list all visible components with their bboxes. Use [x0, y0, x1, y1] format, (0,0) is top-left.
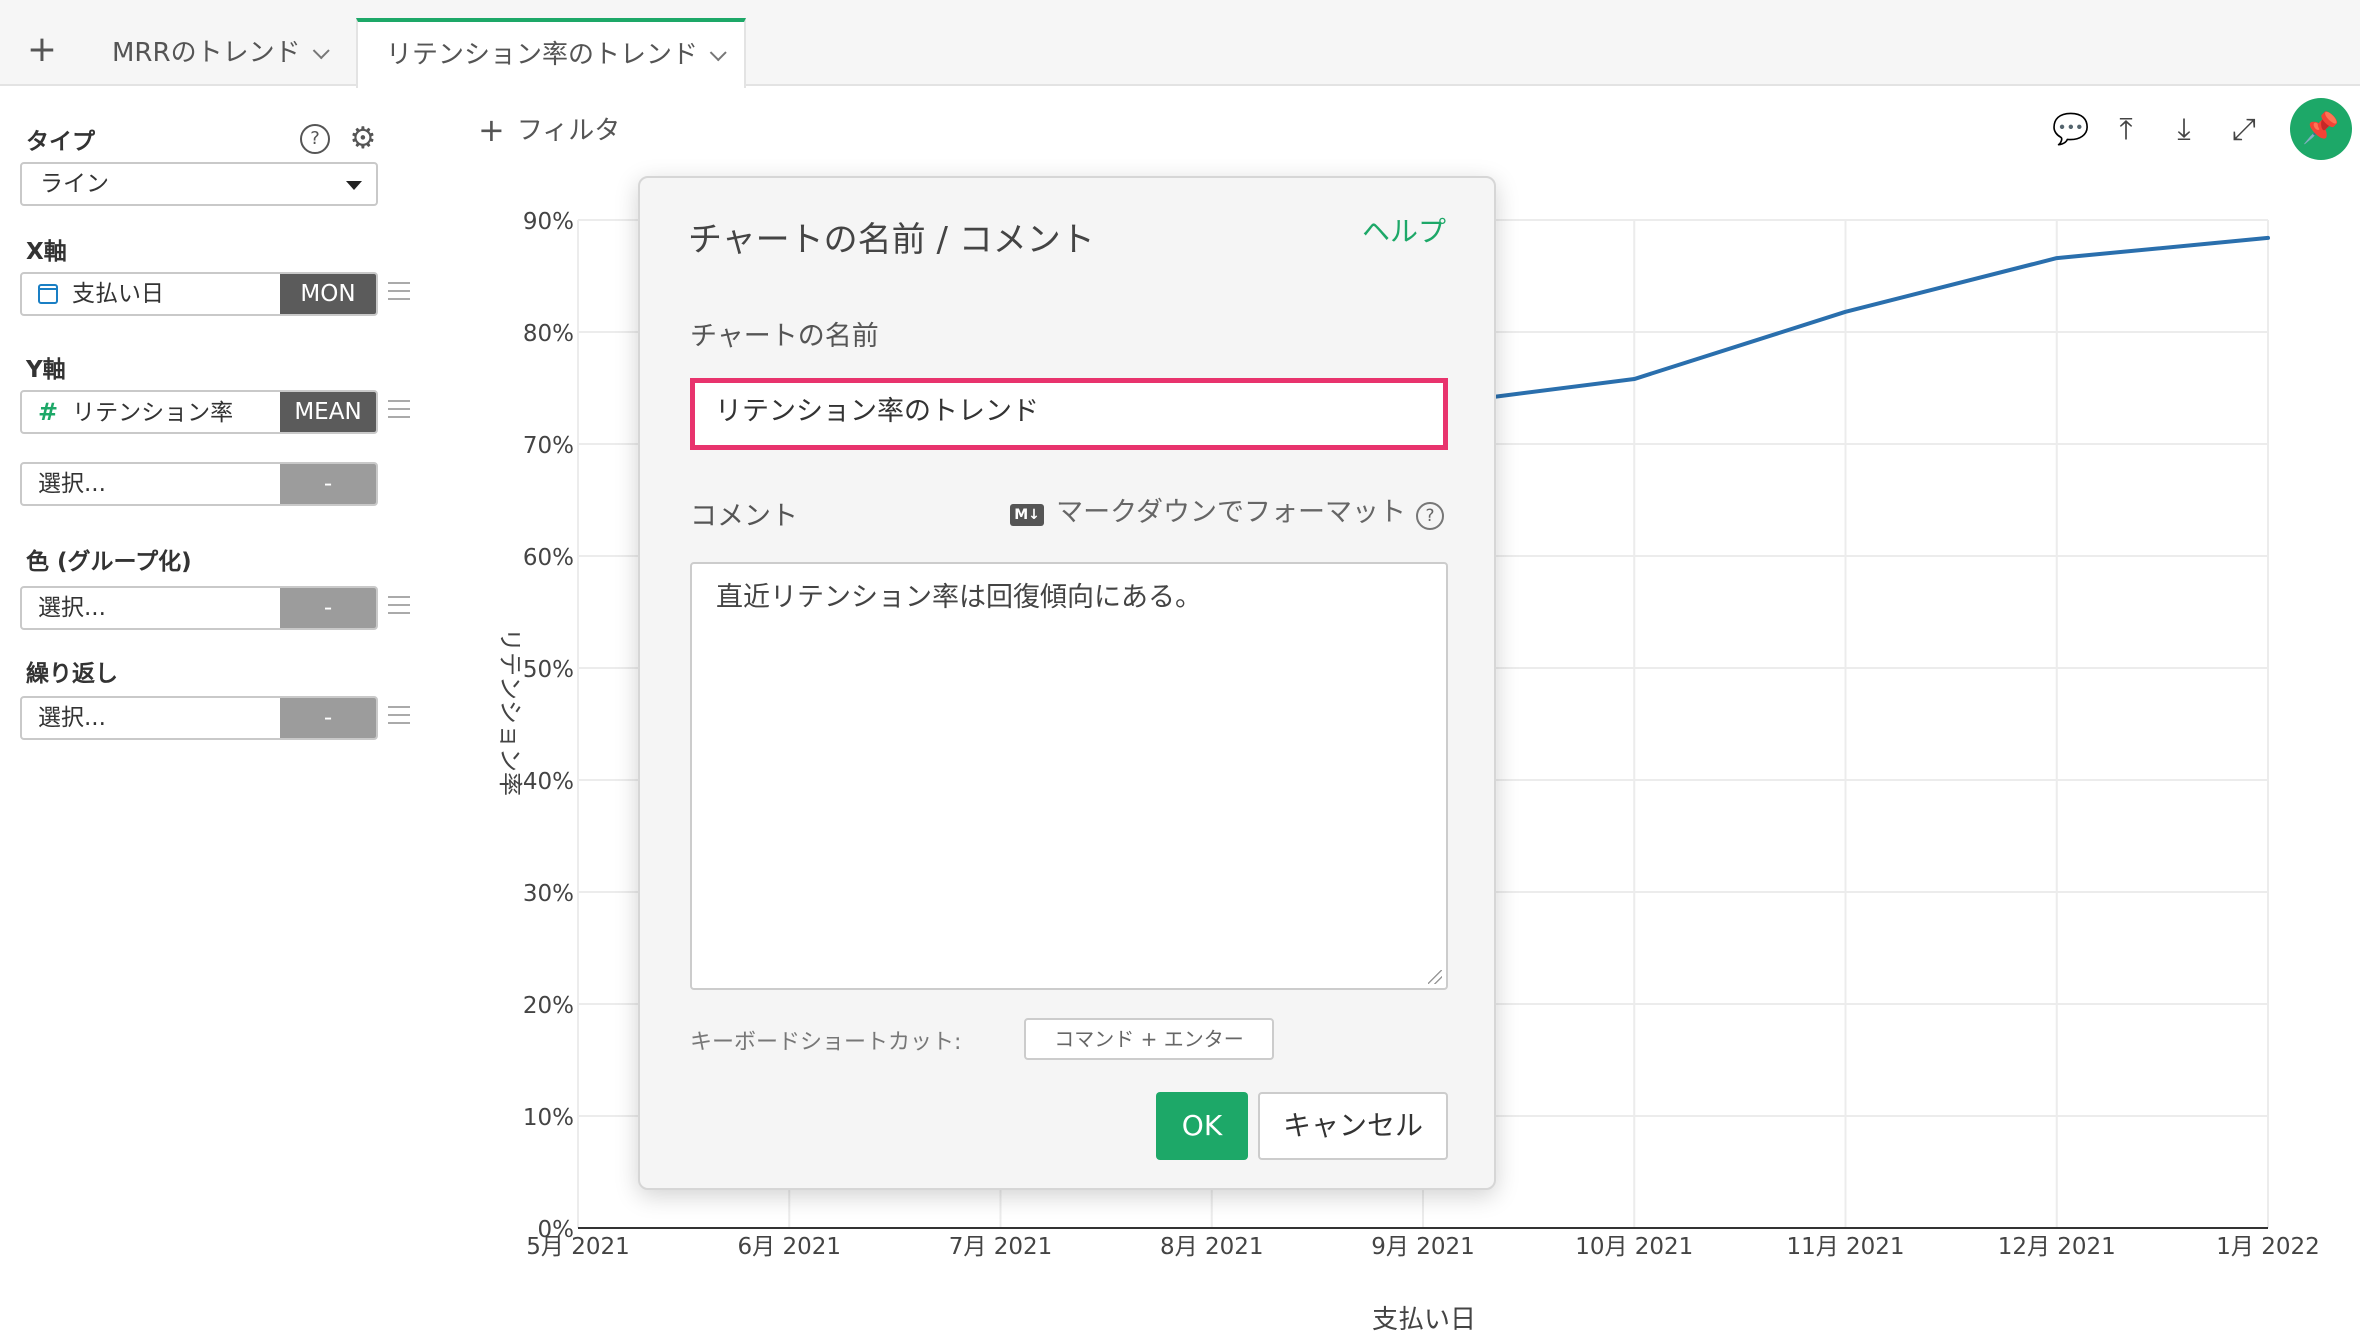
x-tick-label: 1月 2022 [2216, 1234, 2319, 1260]
comment-label: コメント [690, 501, 798, 532]
markdown-format-hint: M↓ マークダウンでフォーマット? [1010, 490, 1444, 530]
y-axis-title: リテンション率 [496, 628, 524, 796]
y-tick-label: 40% [523, 769, 574, 795]
y-tick-label: 20% [523, 993, 574, 1019]
x-tick-label: 10月 2021 [1575, 1234, 1693, 1260]
markdown-format-label: マークダウンでフォーマット [1056, 497, 1406, 528]
keyboard-shortcut-key: コマンド + エンター [1024, 1018, 1274, 1060]
series-line [1491, 235, 2270, 399]
x-tick-label: 6月 2021 [738, 1234, 841, 1260]
x-tick-label: 5月 2021 [526, 1234, 629, 1260]
y-tick-label: 70% [523, 433, 574, 459]
keyboard-shortcut-label: キーボードショートカット: [690, 1030, 962, 1055]
question-icon[interactable]: ? [1416, 502, 1444, 530]
x-tick-label: 12月 2021 [1998, 1234, 2116, 1260]
markdown-icon: M↓ [1010, 504, 1045, 526]
x-axis-title: 支払い日 [1372, 1305, 1476, 1335]
y-tick-label: 90% [523, 209, 574, 235]
resize-handle[interactable] [1428, 970, 1442, 984]
x-tick-label: 8月 2021 [1160, 1234, 1263, 1260]
y-tick-label: 60% [523, 545, 574, 571]
chart-name-input[interactable]: リテンション率のトレンド [690, 378, 1448, 450]
x-tick-label: 7月 2021 [949, 1234, 1052, 1260]
dialog-title: チャートの名前 / コメント [688, 220, 1095, 260]
x-tick-label: 11月 2021 [1786, 1234, 1904, 1260]
help-link[interactable]: ヘルプ [1362, 210, 1446, 250]
y-tick-label: 80% [523, 321, 574, 347]
comment-text: 直近リテンション率は回復傾向にある。 [716, 582, 1202, 613]
y-tick-label: 10% [523, 1105, 574, 1131]
ok-button[interactable]: OK [1156, 1092, 1248, 1160]
cancel-button[interactable]: キャンセル [1258, 1092, 1448, 1160]
chart-name-comment-dialog: チャートの名前 / コメント ヘルプ チャートの名前 リテンション率のトレンド … [638, 176, 1496, 1190]
comment-textarea[interactable]: 直近リテンション率は回復傾向にある。 [690, 562, 1448, 990]
y-tick-label: 50% [523, 657, 574, 683]
x-axis-ticks: 5月 2021 6月 2021 7月 2021 8月 2021 9月 2021 10月 2… [526, 1234, 2319, 1260]
y-axis-ticks: 0%10%20%30%40%50%60%70%80%90% [523, 209, 574, 1243]
x-tick-label: 9月 2021 [1371, 1234, 1474, 1260]
chart-name-label: チャートの名前 [690, 321, 879, 352]
y-tick-label: 30% [523, 881, 574, 907]
